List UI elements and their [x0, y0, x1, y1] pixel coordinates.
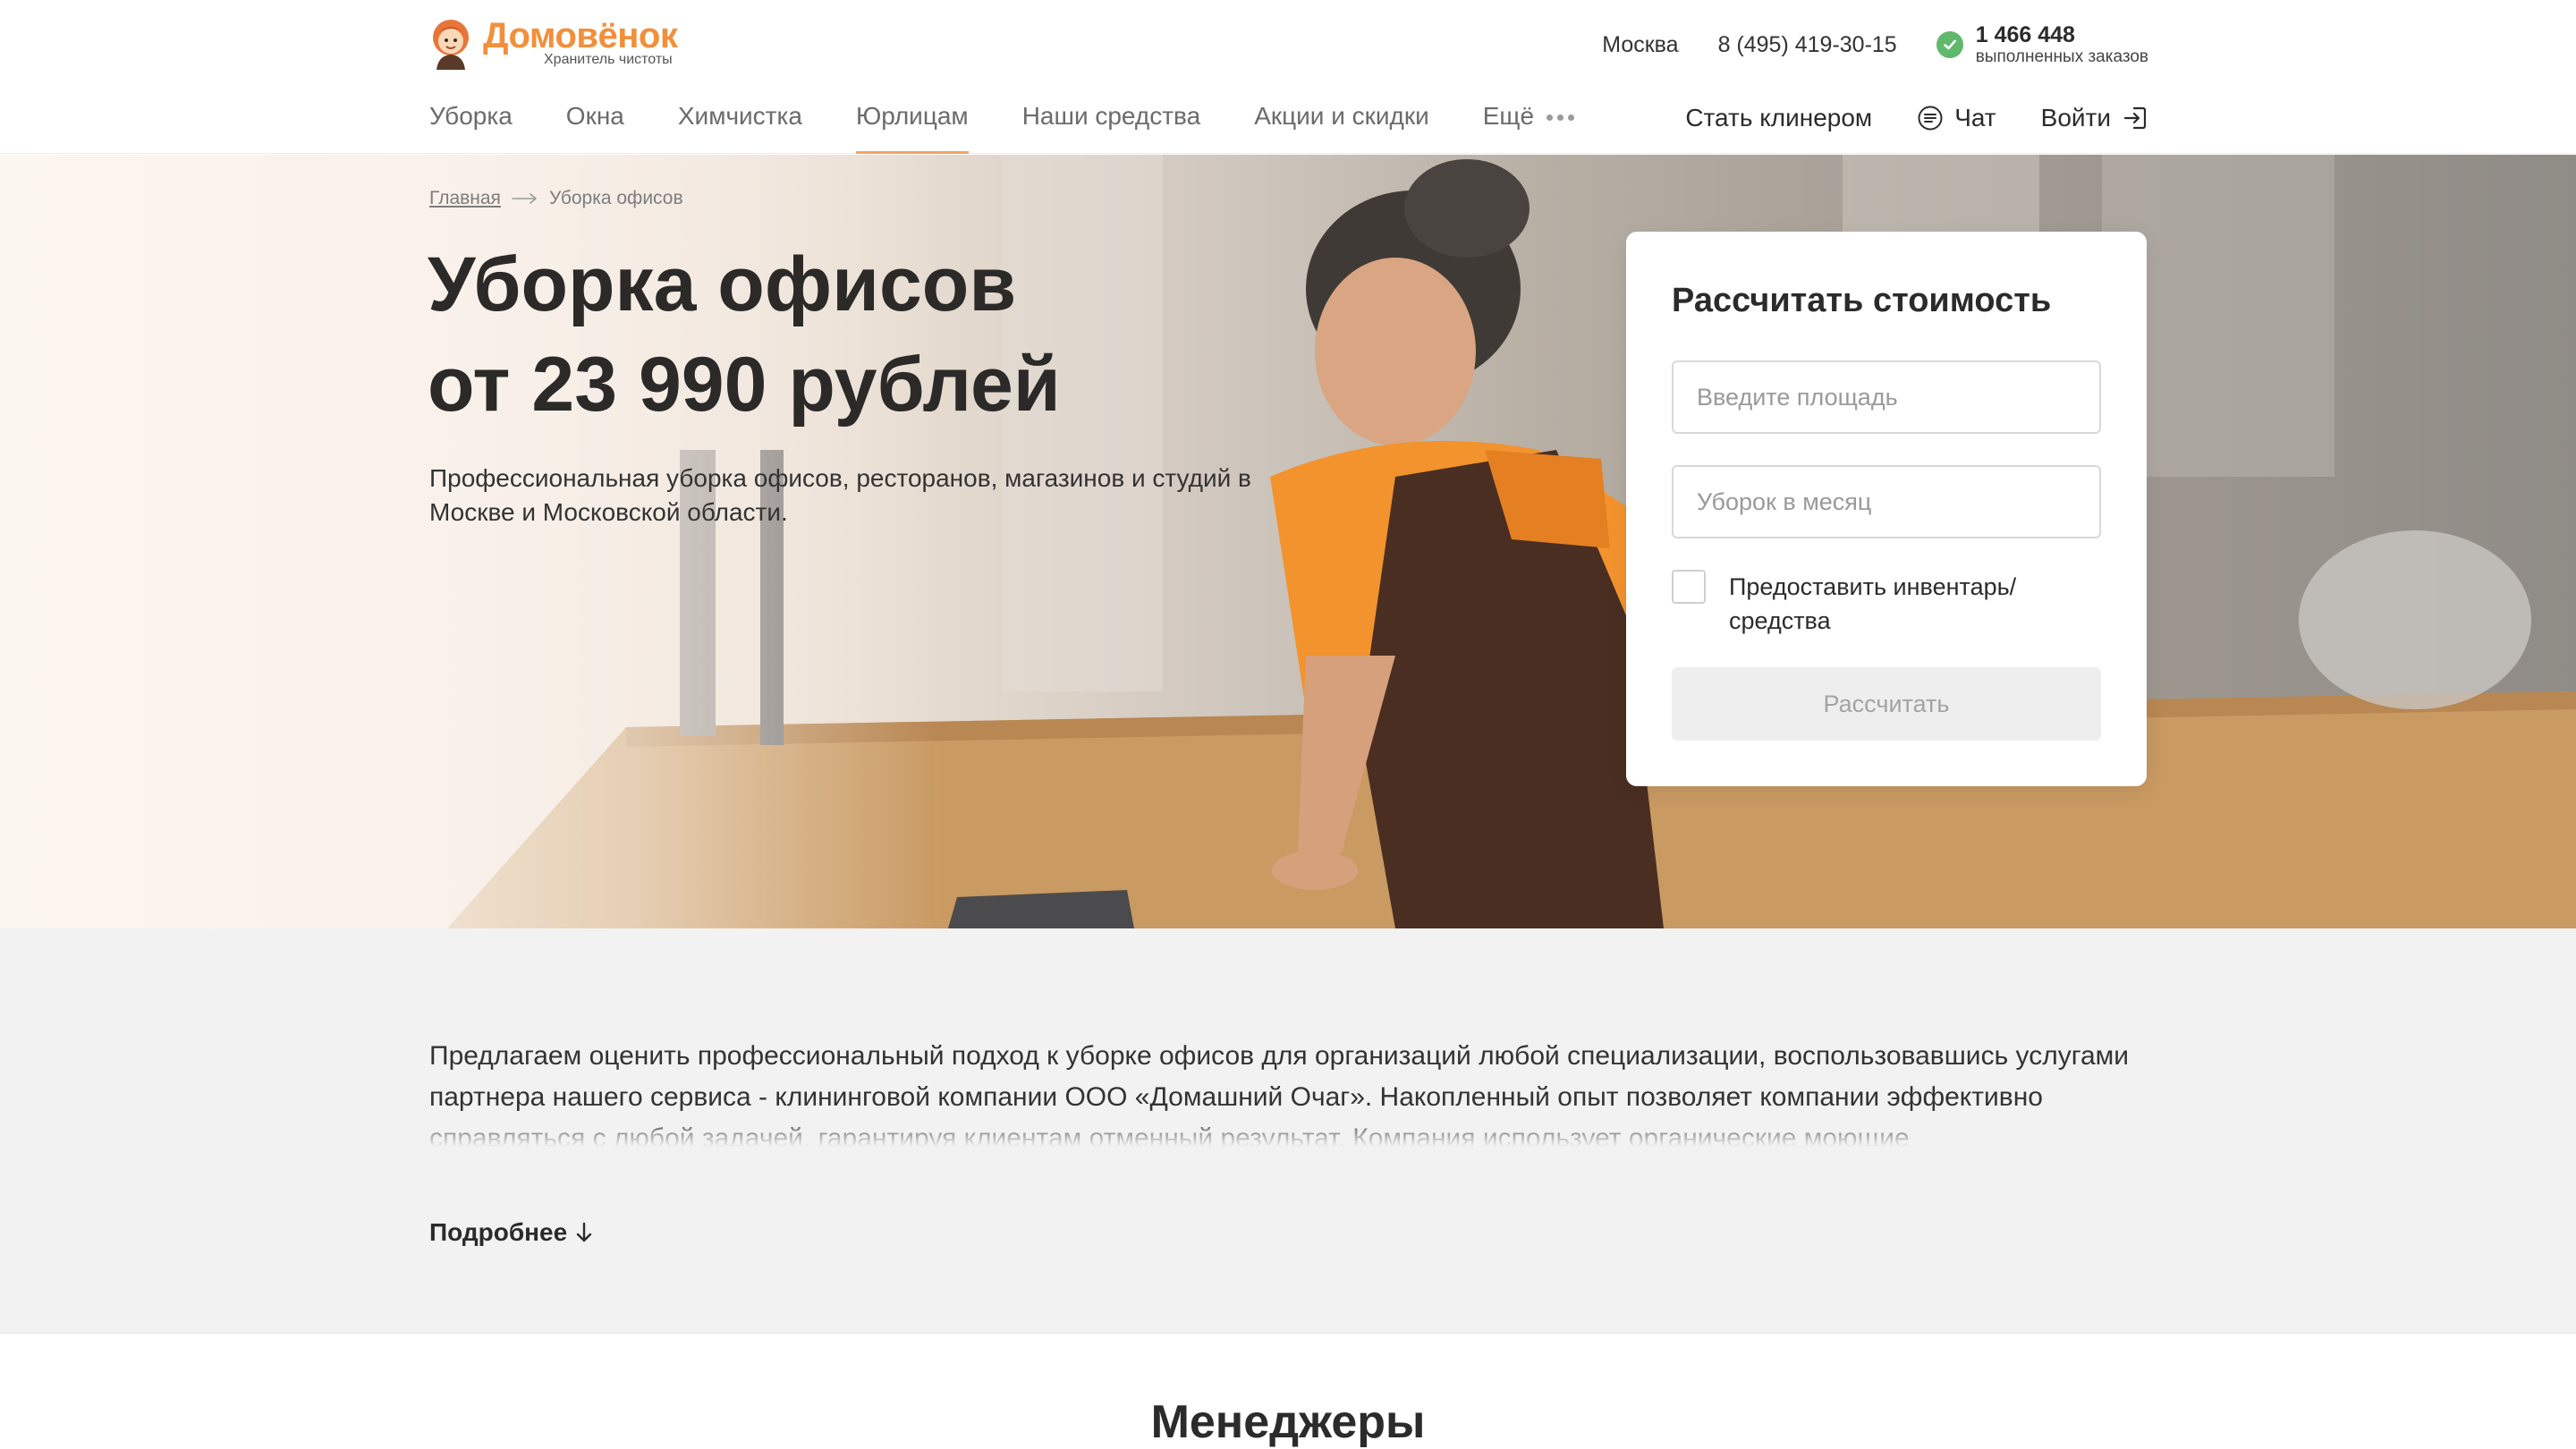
nav-item-promotions[interactable]: Акции и скидки — [1254, 89, 1429, 154]
login-label: Войти — [2040, 104, 2111, 131]
mascot-icon — [433, 20, 469, 70]
logo-tagline: Хранитель чистоты — [544, 52, 673, 67]
managers-title: Менеджеры — [1150, 1396, 1426, 1448]
nav-item-cleaning[interactable]: Уборка — [429, 89, 513, 154]
about-text: Предлагаем оценить профессиональный подх… — [429, 1036, 2156, 1147]
nav-item-windows[interactable]: Окна — [566, 89, 624, 154]
cleanings-per-month-input[interactable] — [1672, 465, 2101, 538]
arrow-right-icon — [512, 193, 537, 204]
check-circle-icon — [1936, 31, 1963, 58]
arrow-down-icon — [577, 1222, 592, 1242]
about-section: Предлагаем оценить профессиональный подх… — [0, 928, 2576, 1334]
nav-more-label: Ещё — [1482, 102, 1535, 130]
logo-name: Домовёнок — [483, 16, 678, 55]
inventory-label[interactable]: Предоставить инвентарь/средства — [1729, 570, 2051, 638]
orders-counter: 1 466 448 выполненных заказов — [1936, 22, 2148, 68]
logo[interactable]: Домовёнок Хранитель чистоты — [428, 14, 696, 72]
login-icon — [2123, 106, 2147, 130]
login-button[interactable]: Войти — [2041, 104, 2148, 132]
header-contacts: Москва 8 (495) 419-30-15 1 466 448 выпол… — [1602, 20, 2148, 70]
chat-button[interactable]: Чат — [1917, 104, 1996, 132]
orders-count: 1 466 448 — [1975, 21, 2075, 47]
orders-label: выполненных заказов — [1975, 47, 2148, 67]
hero-subtitle: Профессиональная уборка офисов, ресторан… — [429, 464, 1251, 526]
inventory-checkbox[interactable] — [1672, 570, 1706, 604]
price-calculator: Рассчитать стоимость Предоставить инвент… — [1626, 232, 2147, 786]
page: Домовёнок Хранитель чистоты Москва 8 (49… — [0, 0, 2576, 1449]
chat-label: Чат — [1954, 104, 1996, 131]
calculator-title: Рассчитать стоимость — [1672, 282, 2052, 319]
nav-item-business[interactable]: Юрлицам — [855, 89, 969, 154]
breadcrumb: Главная Уборка офисов — [429, 188, 683, 209]
nav-item-more[interactable]: Ещё — [1482, 89, 1575, 154]
breadcrumb-current: Уборка офисов — [548, 188, 683, 208]
read-more-label: Подробнее — [429, 1218, 568, 1246]
read-more-link[interactable]: Подробнее — [429, 1218, 594, 1247]
page-title-line-1: Уборка офисов — [428, 242, 1017, 327]
phone-link[interactable]: 8 (495) 419-30-15 — [1718, 32, 1897, 58]
chat-icon — [1918, 106, 1943, 131]
more-dots-icon — [1546, 114, 1575, 122]
site-header: Домовёнок Хранитель чистоты Москва 8 (49… — [0, 0, 2576, 154]
page-title-line-2: от 23 990 рублей — [428, 342, 1061, 428]
main-nav: Уборка Окна Химчистка Юрлицам Наши средс… — [429, 89, 1628, 154]
breadcrumb-home[interactable]: Главная — [429, 188, 501, 209]
page-title: Уборка офисов от 23 990 рублей — [428, 234, 1322, 435]
city-selector[interactable]: Москва — [1602, 32, 1678, 58]
nav-item-dry-cleaning[interactable]: Химчистка — [678, 89, 802, 154]
area-input[interactable] — [1672, 360, 2101, 434]
nav-item-products[interactable]: Наши средства — [1022, 89, 1201, 154]
calculate-button[interactable]: Рассчитать — [1672, 667, 2101, 741]
become-cleaner-link[interactable]: Стать клинером — [1685, 104, 1872, 132]
header-actions: Стать клинером Чат Войти — [1685, 97, 2148, 140]
inventory-option: Предоставить инвентарь/средства — [1672, 570, 2051, 638]
